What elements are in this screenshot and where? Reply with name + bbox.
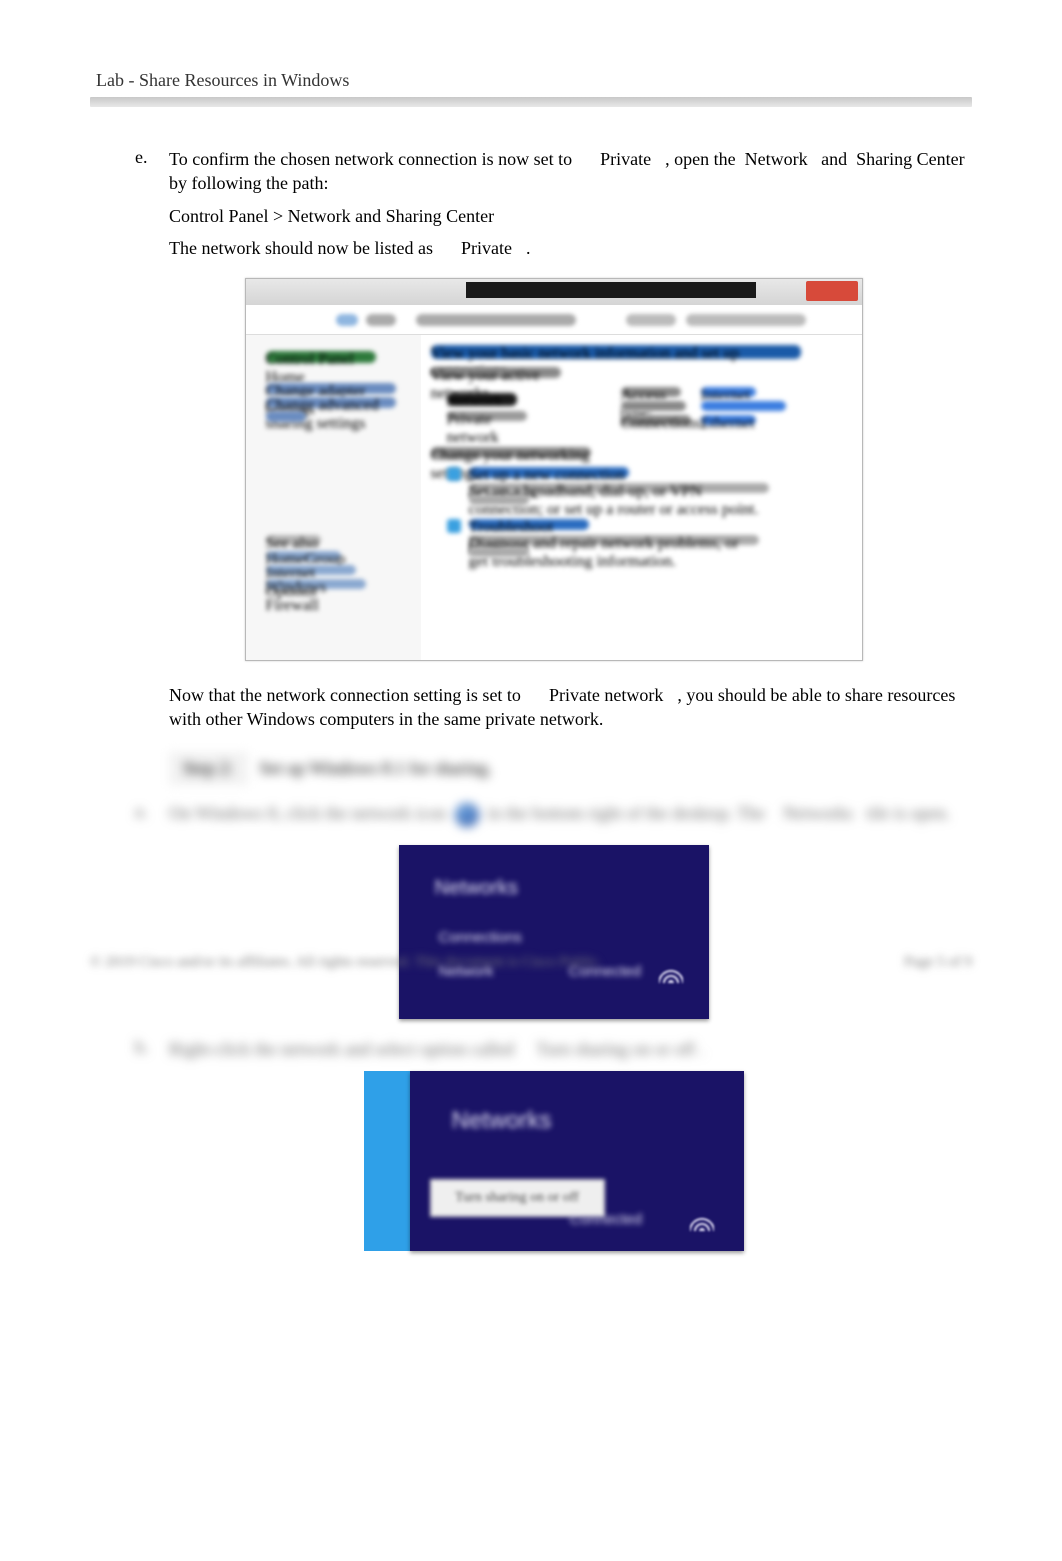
access-value: Internet	[701, 387, 756, 397]
text: in the bottom right of the desktop. The	[487, 803, 765, 823]
para-private-network: Now that the network connection setting …	[169, 683, 972, 732]
close-icon	[806, 281, 858, 301]
networks-title: Networks	[452, 1107, 552, 1135]
breadcrumb-segment	[416, 314, 576, 326]
setup-icon	[447, 467, 461, 481]
step-b-body: Right-click the network and select optio…	[169, 1037, 972, 1061]
access-label: Access type:	[621, 387, 681, 397]
network-name: Network	[447, 393, 517, 406]
text: , open the	[665, 149, 735, 169]
text-sharing-center: Sharing Center	[856, 149, 964, 169]
step-marker-e: e.	[135, 147, 169, 196]
sidebar-link: HomeGroup	[266, 551, 341, 561]
step-a: a. On Windows 8, click the network icon …	[135, 801, 972, 827]
text-private: Private	[600, 149, 651, 169]
panel-subheading: View your active networks	[431, 367, 561, 378]
main-panel: View your basic network information and …	[421, 335, 862, 660]
sidebar-link: Internet Options	[266, 565, 356, 575]
path-text: Control Panel > Network and Sharing Cent…	[169, 204, 972, 228]
networks-title: Networks	[435, 877, 518, 900]
text: .	[526, 238, 531, 258]
setup-link: Set up a new connection or network	[469, 467, 629, 478]
connections-label: Connections	[439, 929, 522, 946]
step-e-body: To confirm the chosen network connection…	[169, 147, 972, 196]
connections-label: Connections:	[621, 415, 691, 425]
wifi-icon	[690, 1211, 714, 1231]
step-marker-b: b.	[135, 1037, 169, 1061]
setup-desc: Set up a broadband, dial-up, or VPN conn…	[469, 483, 769, 493]
text: Right-click the network and select optio…	[169, 1039, 514, 1059]
text: by following the path:	[169, 173, 328, 193]
sidebar-link	[266, 411, 306, 422]
step-2-label: Step 2:	[169, 752, 248, 785]
step-2-heading: Step 2: Set up Windows 8.1 for sharing.	[169, 752, 972, 785]
title-redacted	[466, 282, 756, 298]
text: On Windows 8, click the network icon	[169, 803, 446, 823]
homegroup-value	[701, 401, 786, 411]
step-marker-a: a.	[135, 801, 169, 827]
text: and	[821, 149, 847, 169]
homegroup-label	[621, 401, 686, 411]
text: Now that the network connection setting …	[169, 685, 521, 705]
footer-copyright: © 2019 Cisco and/or its affiliates. All …	[90, 954, 602, 971]
figure-networks-panel-1: Networks Connections Network Connected	[399, 845, 709, 1019]
step-2-text: Set up Windows 8.1 for sharing.	[260, 758, 492, 779]
figure-networks-panel-2: Networks Turn sharing on or off Connecte…	[364, 1071, 744, 1251]
sidebar-link: Control Panel Home	[266, 351, 376, 363]
text-network: Network	[745, 149, 808, 169]
breadcrumb-segment	[626, 314, 676, 326]
step-a-body: On Windows 8, click the network icon in …	[169, 801, 972, 827]
text: Networks	[783, 803, 853, 823]
sidebar-link: Windows Firewall	[266, 579, 366, 589]
text: tile is open.	[867, 803, 951, 823]
text-private-network: Private network	[549, 685, 663, 705]
change-settings-heading: Change your networking settings	[431, 447, 591, 458]
step-e-line3: The network should now be listed as Priva…	[169, 236, 972, 260]
networks-panel: Networks Turn sharing on or off Connecte…	[410, 1071, 744, 1251]
text: The network should now be listed as	[169, 238, 433, 258]
window-titlebar	[246, 279, 862, 305]
page-header-title: Lab - Share Resources in Windows	[90, 70, 972, 91]
header-divider	[90, 97, 972, 107]
text-private: Private	[461, 238, 512, 258]
trouble-icon	[447, 519, 461, 533]
trouble-desc: Diagnose and repair network problems, or…	[469, 535, 759, 545]
trouble-link: Troubleshoot problems	[469, 519, 589, 530]
text: To confirm the chosen network connection…	[169, 149, 572, 169]
page-footer: © 2019 Cisco and/or its affiliates. All …	[90, 954, 972, 971]
breadcrumb-segment	[366, 314, 396, 326]
nav-back-icon	[336, 314, 358, 326]
sidebar: Control Panel Home Change adapter settin…	[246, 335, 421, 660]
trouble-desc-2	[469, 547, 529, 557]
charm-strip	[364, 1071, 410, 1251]
connections-value: Ethernet	[701, 415, 756, 425]
sidebar-link: Change advanced sharing settings	[266, 397, 396, 408]
figure-network-sharing-center: Control Panel Home Change adapter settin…	[245, 278, 863, 661]
sidebar-seealso: See also	[266, 535, 321, 545]
network-globe-icon	[455, 803, 479, 827]
panel-heading: View your basic network information and …	[431, 345, 801, 359]
connected-label: Connected	[570, 1211, 643, 1228]
text: Turn sharing on or off	[536, 1039, 695, 1059]
window-toolbar	[246, 305, 862, 335]
search-box	[686, 314, 806, 326]
setup-desc-2	[469, 495, 529, 505]
network-type: Private network	[447, 411, 527, 421]
sidebar-link: Change adapter settings	[266, 383, 396, 394]
step-e: e. To confirm the chosen network connect…	[135, 147, 972, 196]
footer-page-number: Page 5 of 9	[904, 954, 972, 971]
step-b: b. Right-click the network and select op…	[135, 1037, 972, 1061]
